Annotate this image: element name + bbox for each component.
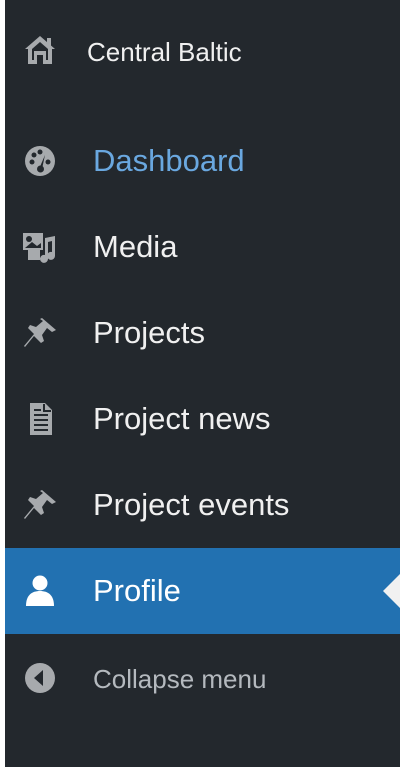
menu-label-profile: Profile [93, 573, 181, 608]
menu-item-profile[interactable]: Profile [5, 548, 400, 634]
pushpin-icon [22, 315, 58, 351]
admin-sidebar-menu: Central Baltic Dashboard Media Projects … [5, 0, 400, 767]
menu-label-project-news: Project news [93, 401, 271, 436]
pushpin-icon [22, 487, 58, 523]
site-name: Central Baltic [87, 37, 242, 67]
document-icon [22, 401, 58, 437]
menu-item-media[interactable]: Media [5, 204, 400, 290]
media-icon [22, 229, 58, 265]
menu-label-project-events: Project events [93, 487, 290, 522]
menu-label-projects: Projects [93, 315, 205, 350]
dashboard-gauge-icon [22, 143, 58, 179]
menu-item-dashboard[interactable]: Dashboard [5, 118, 400, 204]
collapse-arrow-icon [22, 660, 58, 696]
menu-item-projects[interactable]: Projects [5, 290, 400, 376]
collapse-menu-button[interactable]: Collapse menu [5, 638, 400, 718]
current-item-arrow [383, 574, 400, 608]
home-icon [22, 32, 58, 68]
menu-item-project-events[interactable]: Project events [5, 462, 400, 548]
site-home-link[interactable]: Central Baltic [5, 22, 400, 82]
menu-label-media: Media [93, 229, 178, 264]
menu-label-dashboard: Dashboard [93, 143, 245, 178]
user-icon [22, 573, 58, 609]
menu-item-project-news[interactable]: Project news [5, 376, 400, 462]
collapse-menu-label: Collapse menu [93, 664, 267, 694]
